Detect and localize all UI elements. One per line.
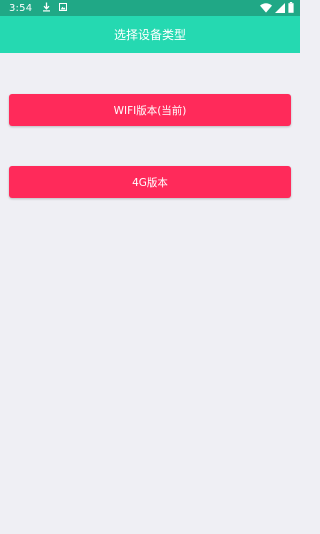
status-time: 3:54: [9, 2, 33, 14]
page-title: 选择设备类型: [113, 28, 186, 42]
app-bar: 选择设备类型: [0, 16, 300, 53]
wifi-version-button[interactable]: WIFI版本(当前): [9, 94, 291, 126]
download-icon: [42, 2, 51, 15]
status-right-icons: [260, 2, 294, 16]
status-left-icons: [42, 2, 68, 15]
photo-notification-icon: [59, 2, 68, 14]
battery-icon: [288, 2, 294, 16]
wifi-icon: [260, 2, 272, 16]
4g-version-button[interactable]: 4G版本: [9, 166, 291, 198]
signal-icon: [275, 2, 285, 16]
status-bar: 3:54: [0, 0, 300, 16]
4g-version-label: 4G版本: [132, 176, 168, 189]
wifi-version-label: WIFI版本(当前): [113, 104, 187, 117]
